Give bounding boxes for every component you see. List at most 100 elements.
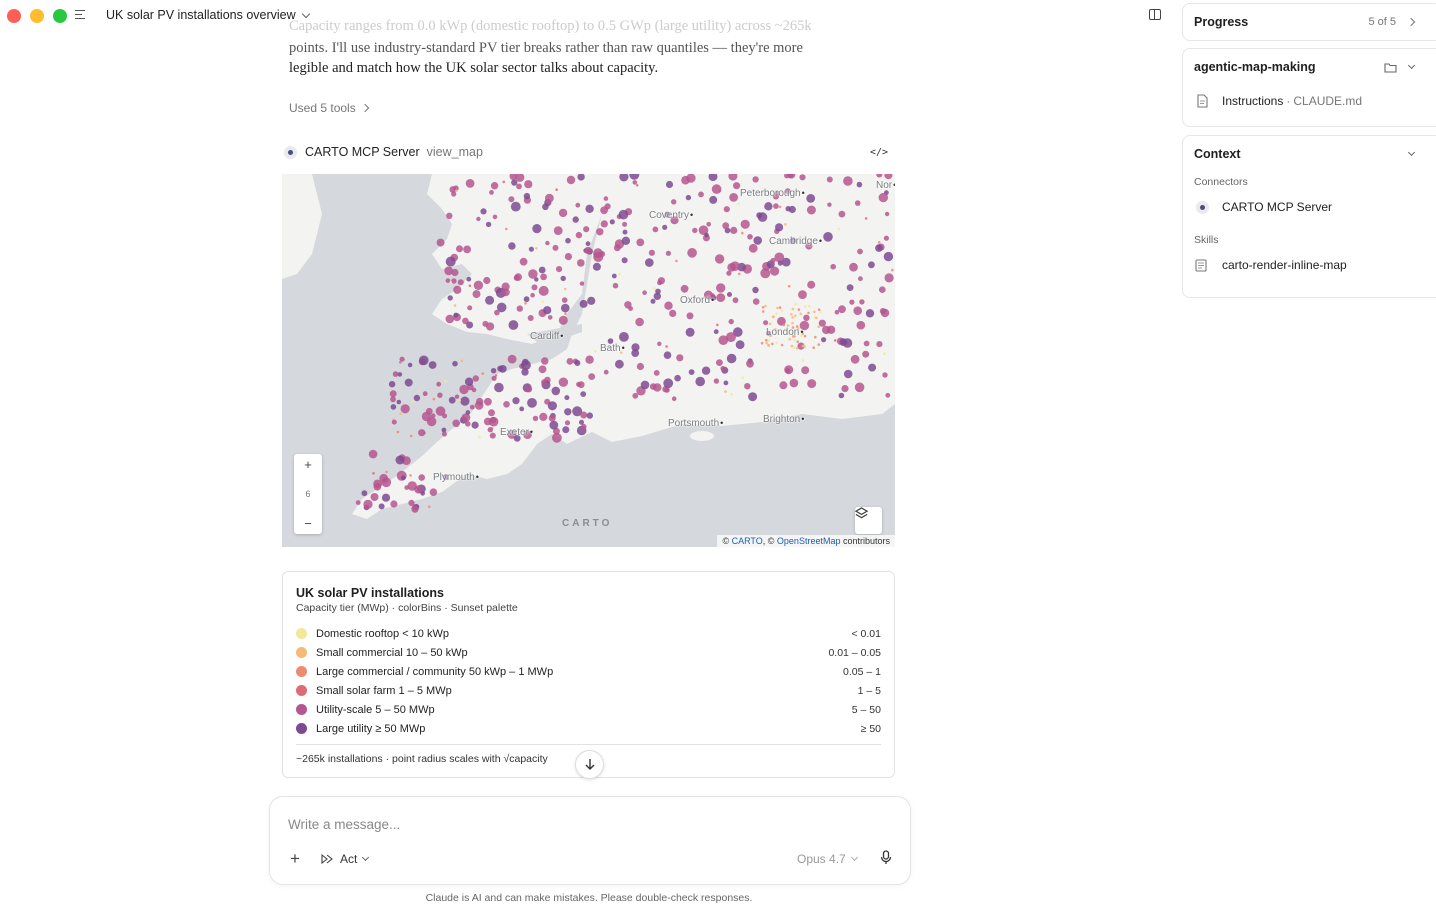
pv-installation-point <box>767 339 771 342</box>
pv-installation-point <box>803 334 807 338</box>
pv-installation-point <box>611 273 617 279</box>
pv-installation-point <box>882 372 888 378</box>
pv-installation-point <box>792 346 796 350</box>
pv-installation-point <box>849 299 855 305</box>
pv-installation-point <box>716 323 719 327</box>
pv-installation-point <box>645 258 654 267</box>
pv-installation-point <box>730 393 733 396</box>
pv-installation-point <box>490 182 499 190</box>
pv-installation-point <box>502 180 506 184</box>
zoom-out-button[interactable]: − <box>304 516 312 531</box>
pv-installation-point <box>663 378 674 389</box>
pv-installation-point <box>795 346 799 350</box>
pv-installation-point <box>603 369 609 375</box>
code-view-icon[interactable]: </> <box>870 147 888 158</box>
pv-installation-point <box>854 382 865 393</box>
document-icon <box>1194 93 1210 109</box>
pv-installation-point <box>458 399 461 402</box>
pv-installation-point <box>399 412 402 415</box>
pv-installation-point <box>422 391 428 397</box>
pv-installation-point <box>603 196 609 201</box>
pv-installation-point <box>579 299 588 308</box>
used-tools-toggle[interactable]: Used 5 tools <box>289 101 369 115</box>
pv-installation-point <box>396 399 402 405</box>
pv-installation-point <box>453 312 459 318</box>
mode-selector[interactable]: Act <box>321 852 370 866</box>
legend-label: Small commercial 10 – 50 kWp <box>316 646 468 659</box>
pv-installation-point <box>485 221 492 228</box>
pv-installation-point <box>735 340 745 350</box>
pv-installation-point <box>437 392 443 398</box>
chevron-down-icon[interactable] <box>1407 61 1416 70</box>
pv-installation-point <box>747 234 753 240</box>
zoom-control: + 6 − <box>294 454 322 534</box>
pv-installation-point <box>561 297 568 303</box>
pv-installation-point <box>636 362 644 371</box>
pv-installation-point <box>441 427 447 433</box>
skills-section-label: Skills <box>1194 234 1219 246</box>
layers-button[interactable] <box>855 507 882 534</box>
pv-installation-point <box>452 419 460 428</box>
pv-installation-point <box>876 341 883 348</box>
pv-installation-point <box>765 338 768 342</box>
pv-installation-point <box>686 312 694 320</box>
maximize-window-button[interactable] <box>53 9 67 23</box>
pv-installation-point <box>469 404 475 410</box>
pv-installation-point <box>817 325 820 329</box>
pv-installation-point <box>859 299 865 305</box>
scroll-to-bottom-button[interactable] <box>575 750 604 779</box>
pv-installation-point <box>827 202 832 207</box>
pv-installation-point <box>519 257 528 266</box>
pv-installation-point <box>685 327 695 337</box>
pv-installation-point <box>778 306 782 309</box>
pv-installation-point <box>465 421 471 427</box>
pv-installation-point <box>445 314 455 324</box>
pv-installation-point <box>752 286 759 294</box>
message-input[interactable]: Write a message... <box>288 817 400 832</box>
pv-installation-point <box>565 237 571 244</box>
connector-item[interactable]: CARTO MCP Server <box>1183 194 1436 220</box>
legend-range: < 0.01 <box>851 627 882 640</box>
pv-installation-point <box>451 278 457 284</box>
pv-installation-point <box>648 249 655 256</box>
progress-card[interactable]: Progress 5 of 5 <box>1182 3 1436 41</box>
model-selector[interactable]: Opus 4.7 <box>797 852 858 866</box>
pv-installation-point <box>388 381 396 388</box>
pv-installation-point <box>716 283 726 293</box>
pv-installation-point <box>618 209 629 220</box>
pv-installation-point <box>486 322 495 331</box>
map-view[interactable]: Peterborough Coventry Cambridge Oxford L… <box>282 174 895 547</box>
context-header[interactable]: Context <box>1183 136 1436 172</box>
pv-installation-point <box>761 306 765 309</box>
chat-title: UK solar PV installations overview <box>106 8 296 22</box>
pv-installation-point <box>748 392 758 402</box>
chat-title-menu[interactable]: UK solar PV installations overview <box>106 8 310 22</box>
panel-toggle-icon[interactable] <box>1149 9 1161 20</box>
pv-installation-point <box>664 387 670 393</box>
pv-installation-point <box>619 332 629 342</box>
pv-installation-point <box>528 269 538 279</box>
pv-installation-point <box>815 316 818 320</box>
folder-icon[interactable] <box>1384 62 1397 73</box>
pv-installation-point <box>811 283 814 286</box>
legend-title: UK solar PV installations <box>296 586 444 600</box>
osm-link[interactable]: OpenStreetMap <box>777 536 841 546</box>
pv-installation-point <box>635 317 644 327</box>
zoom-in-button[interactable]: + <box>304 457 312 472</box>
pv-installation-point <box>594 349 597 353</box>
instructions-file[interactable]: Instructions · CLAUDE.md <box>1183 88 1436 114</box>
pv-installation-point <box>527 398 537 408</box>
chevron-right-icon <box>1406 17 1416 27</box>
sidebar-toggle-icon[interactable] <box>75 10 87 20</box>
microphone-button[interactable] <box>880 850 892 870</box>
pv-installation-point <box>685 194 692 201</box>
pv-installation-point <box>790 344 794 348</box>
project-header[interactable]: agentic-map-making <box>1183 49 1436 85</box>
carto-link[interactable]: CARTO <box>732 536 763 546</box>
pv-installation-point <box>414 485 423 494</box>
minimize-window-button[interactable] <box>30 9 44 23</box>
pv-installation-point <box>791 321 794 325</box>
add-attachment-button[interactable]: + <box>290 849 300 869</box>
skill-item[interactable]: carto-render-inline-map <box>1183 252 1436 278</box>
close-window-button[interactable] <box>7 9 21 23</box>
